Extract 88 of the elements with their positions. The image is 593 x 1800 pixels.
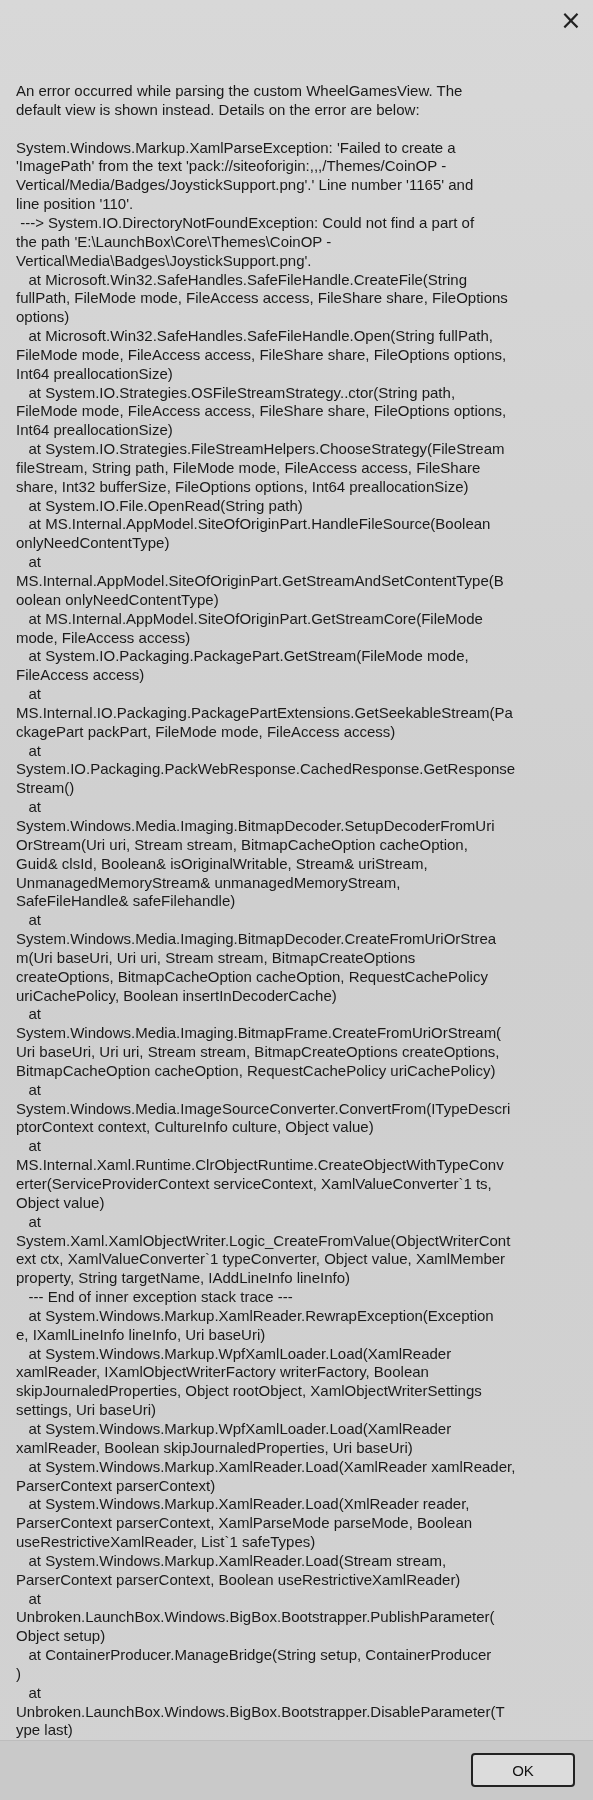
stack-trace-line: at System.IO.File.OpenRead(String path) [27, 496, 304, 516]
stack-trace-line: fullPath, FileMode mode, FileAccess access, FileShare share, FileOptions [16, 289, 509, 309]
stack-trace-line: at System.Windows.Markup.WpfXamlLoader.Load(XamlReader [27, 1344, 453, 1364]
stack-trace-line: Uri baseUri, Uri uri, Stream stream, BitmapCreateOptions createOptions, [16, 1043, 501, 1062]
stack-trace-line: xamlReader, Boolean skipJournaledProperties, Uri baseUri) [16, 1438, 414, 1458]
stack-trace-line: SafeFileHandle& safeFilehandle) [16, 892, 237, 912]
stack-trace-line: Int64 preallocationSize) [16, 421, 174, 441]
stack-trace-line: ext ctx, XamlValueConverter`1 typeConverter, Object value, XamlMember [16, 1250, 507, 1270]
stack-trace-line: at [27, 685, 42, 704]
stack-trace-line: System.Windows.Markup.XamlParseException: 'Failed to create a [16, 138, 457, 158]
stack-trace-line: at ContainerProducer.ManageBridge(String setup, ContainerProducer [27, 1646, 493, 1665]
stack-trace-line: e, IXamlLineInfo lineInfo, Uri baseUri) [16, 1325, 267, 1345]
stack-trace-line: Int64 preallocationSize) [16, 364, 174, 384]
stack-trace-line: at [27, 1080, 42, 1100]
stack-trace-line: useRestrictiveXamlReader, List`1 safeTypes) [16, 1533, 317, 1552]
stack-trace-line: --- End of inner exception stack trace --- [27, 1288, 294, 1307]
stack-trace-line: ParserContext parserContext, XamlParseMode parseMode, Boolean [16, 1514, 474, 1534]
stack-trace-line: Object setup) [16, 1627, 107, 1647]
stack-trace-line: Guid& clsId, Boolean& isOriginalWritable, Stream& uriStream, [16, 854, 429, 874]
stack-trace-line: UnmanagedMemoryStream& unmanagedMemoryStream, [16, 873, 402, 893]
stack-trace-line: System.Windows.Media.ImageSourceConverter.ConvertFrom(ITypeDescri [16, 1099, 512, 1119]
stack-trace-line: at Microsoft.Win32.SafeHandles.SafeFileHandle.CreateFile(String [27, 270, 469, 290]
stack-trace-line: oolean onlyNeedContentType) [16, 590, 220, 610]
stack-trace-line: Unbroken.LaunchBox.Windows.BigBox.Bootstrapper.PublishParameter( [16, 1608, 496, 1628]
stack-trace-line: erter(ServiceProviderContext serviceContext, XamlValueConverter`1 ts, [16, 1175, 493, 1194]
stack-trace-line: Stream() [16, 779, 76, 799]
stack-trace-line: System.Windows.Media.Imaging.BitmapFrame.CreateFromUriOrStream( [16, 1024, 503, 1044]
stack-trace-line: at [27, 741, 42, 761]
error-message: An error occurred while parsing the custom WheelGamesView. The default view is shown instead. Details on the error are below: [16, 81, 464, 120]
stack-trace-line: property, String targetName, IAddLineInfo lineInfo) [16, 1269, 352, 1289]
stack-trace-line: System.Xaml.XamlObjectWriter.Logic_CreateFromValue(ObjectWriterCont [16, 1231, 512, 1251]
stack-trace-line: at [27, 1212, 42, 1232]
stack-trace-line: ) [16, 1664, 22, 1684]
stack-trace-line: MS.Internal.AppModel.SiteOfOriginPart.GetStreamAndSetContentType(B [16, 572, 505, 591]
stack-trace-line: OrStream(Uri uri, Stream stream, BitmapCacheOption cacheOption, [16, 835, 469, 855]
stack-trace-line: at Microsoft.Win32.SafeHandles.SafeFileHandle.Open(String fullPath, [27, 327, 494, 346]
stack-trace-line: at System.Windows.Markup.XamlReader.RewrapException(Exception [27, 1306, 495, 1326]
stack-trace-line: createOptions, BitmapCacheOption cacheOption, RequestCachePolicy [16, 967, 489, 987]
stack-trace-line: at System.Windows.Markup.XamlReader.Load(Stream stream, [27, 1551, 448, 1571]
stack-trace-line: FileMode mode, FileAccess access, FileShare share, FileOptions options, [16, 345, 508, 365]
stack-trace-line: at MS.Internal.AppModel.SiteOfOriginPart.HandleFileSource(Boolean [27, 515, 492, 535]
stack-trace-line: MS.Internal.IO.Packaging.PackagePartExtensions.GetSeekableStream(Pa [16, 703, 514, 723]
stack-trace-line: ParserContext parserContext, Boolean useRestrictiveXamlReader) [16, 1570, 462, 1590]
stack-trace-line: uriCachePolicy, Boolean insertInDecoderCache) [16, 986, 338, 1006]
stack-trace-line: share, Int32 bufferSize, FileOptions options, Int64 preallocationSize) [16, 477, 470, 497]
stack-trace-line: ype last) [16, 1721, 74, 1741]
close-button[interactable]: × [555, 4, 587, 36]
stack-trace-line: at System.Windows.Markup.WpfXamlLoader.Load(XamlReader [27, 1420, 453, 1439]
stack-trace-line: ---> System.IO.DirectoryNotFoundException: Could not find a part of [19, 214, 476, 233]
stack-trace-line: xamlReader, IXamlObjectWriterFactory writerFactory, Boolean [16, 1363, 430, 1383]
stack-trace-line: the path 'E:\LaunchBox\Core\Themes\CoinOP - [16, 232, 333, 252]
stack-trace-line: at [27, 911, 42, 931]
ok-button[interactable]: OK [471, 1753, 575, 1788]
stack-trace-line: onlyNeedContentType) [16, 534, 171, 554]
stack-trace-line: Vertical/Media/Badges/JoystickSupport.png'.' Line number '1165' and [16, 176, 475, 196]
stack-trace-line: ckagePart packPart, FileMode mode, FileAccess access) [16, 722, 397, 742]
stack-trace-line: at [27, 1683, 42, 1703]
stack-trace-line: ptorContext context, CultureInfo culture, Object value) [16, 1118, 375, 1138]
stack-trace-line: fileStream, String path, FileMode mode, FileAccess access, FileShare [16, 458, 482, 478]
stack-trace-line: at System.IO.Strategies.OSFileStreamStrategy..ctor(String path, [27, 383, 457, 403]
stack-trace-line: MS.Internal.Xaml.Runtime.ClrObjectRuntime.CreateObjectWithTypeConv [16, 1156, 505, 1175]
stack-trace-line: at System.IO.Packaging.PackagePart.GetStream(FileMode mode, [27, 647, 470, 667]
stack-trace-line: BitmapCacheOption cacheOption, RequestCachePolicy uriCachePolicy) [16, 1061, 497, 1081]
stack-trace-line: at [27, 1589, 42, 1609]
stack-trace-line: at System.Windows.Markup.XamlReader.Load(XmlReader reader, [27, 1495, 471, 1515]
stack-trace-line: System.Windows.Media.Imaging.BitmapDecoder.SetupDecoderFromUri [16, 817, 496, 836]
stack-trace-line: at MS.Internal.AppModel.SiteOfOriginPart.GetStreamCore(FileMode [27, 609, 484, 629]
stack-trace-line: at [27, 798, 42, 817]
stack-trace-line: skipJournaledProperties, Object rootObject, XamlObjectWriterSettings [16, 1382, 483, 1402]
stack-trace-line: at [27, 1137, 42, 1157]
stack-trace-line: at [27, 1005, 42, 1025]
stack-trace-line: options) [16, 308, 71, 328]
stack-trace-line: 'ImagePath' from the text 'pack://siteoforigin:,,,/Themes/CoinOP - [16, 157, 448, 177]
stack-trace-line: m(Uri baseUri, Uri uri, Stream stream, BitmapCreateOptions [16, 948, 417, 968]
stack-trace-line: Object value) [16, 1193, 106, 1213]
stack-trace-line: FileAccess access) [16, 666, 146, 686]
stack-trace-line: at System.Windows.Markup.XamlReader.Load(XamlReader xamlReader, [27, 1457, 517, 1477]
stack-trace-line: Vertical\Media\Badges\JoystickSupport.png'. [16, 251, 313, 271]
stack-trace-line: Unbroken.LaunchBox.Windows.BigBox.Bootstrapper.DisableParameter(T [16, 1702, 506, 1722]
stack-trace-line: mode, FileAccess access) [16, 628, 192, 648]
stack-trace-line: settings, Uri baseUri) [16, 1401, 158, 1420]
stack-trace-line: System.IO.Packaging.PackWebResponse.CachedResponse.GetResponse [16, 760, 517, 780]
stack-trace-line: at [27, 553, 42, 572]
stack-trace-line: System.Windows.Media.Imaging.BitmapDecoder.CreateFromUriOrStrea [16, 930, 498, 949]
stack-trace-line: at System.IO.Strategies.FileStreamHelpers.ChooseStrategy(FileStream [27, 440, 506, 459]
stack-trace-line: FileMode mode, FileAccess access, FileShare share, FileOptions options, [16, 402, 508, 422]
stack-trace-line: line position '110'. [16, 195, 135, 214]
stack-trace-line: ParserContext parserContext) [16, 1476, 217, 1496]
